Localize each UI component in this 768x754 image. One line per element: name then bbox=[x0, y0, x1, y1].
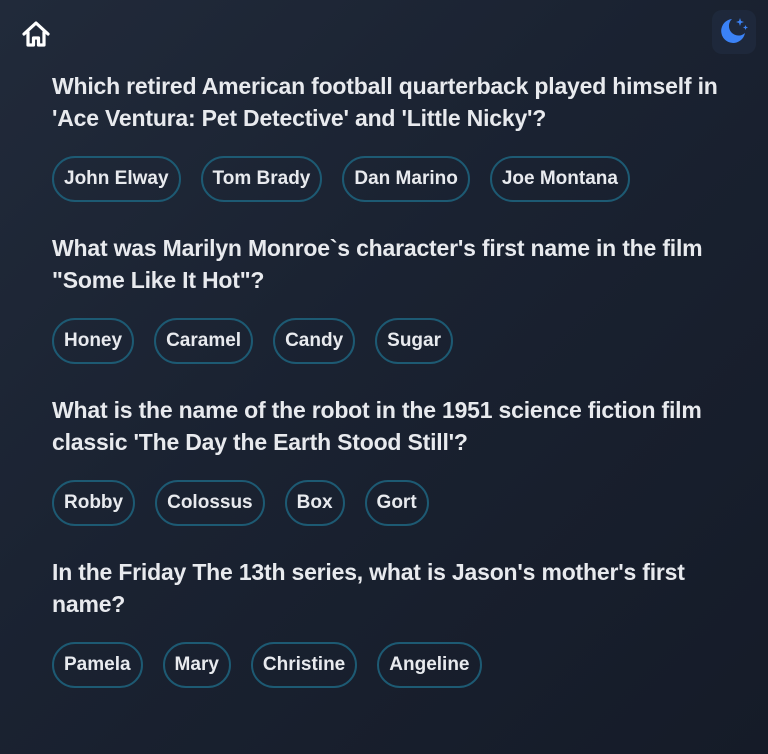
answer-option[interactable]: Pamela bbox=[52, 642, 143, 688]
moon-stars-icon bbox=[718, 14, 750, 51]
question-text: In the Friday The 13th series, what is J… bbox=[52, 559, 685, 617]
question-card: What is the name of the robot in the 195… bbox=[52, 394, 732, 526]
answer-option[interactable]: John Elway bbox=[52, 156, 181, 202]
answer-options: Honey Caramel Candy Sugar bbox=[52, 318, 732, 364]
question-text: What is the name of the robot in the 195… bbox=[52, 397, 702, 455]
question-text: Which retired American football quarterb… bbox=[52, 73, 718, 131]
answer-option[interactable]: Sugar bbox=[375, 318, 454, 364]
question-card: In the Friday The 13th series, what is J… bbox=[52, 556, 732, 688]
answer-option[interactable]: Box bbox=[284, 480, 345, 526]
theme-toggle-button[interactable] bbox=[712, 10, 756, 54]
answer-option[interactable]: Honey bbox=[52, 318, 135, 364]
question-text: What was Marilyn Monroe`s character's fi… bbox=[52, 235, 703, 293]
home-icon bbox=[21, 20, 51, 53]
answer-option[interactable]: Joe Montana bbox=[489, 156, 630, 202]
answer-option[interactable]: Angeline bbox=[377, 642, 482, 688]
answer-options: John Elway Tom Brady Dan Marino Joe Mont… bbox=[52, 156, 732, 202]
question-card: Which retired American football quarterb… bbox=[52, 70, 732, 202]
question-card: What was Marilyn Monroe`s character's fi… bbox=[52, 232, 732, 364]
quiz-list: Which retired American football quarterb… bbox=[52, 70, 732, 718]
answer-options: Pamela Mary Christine Angeline bbox=[52, 642, 732, 688]
answer-option[interactable]: Tom Brady bbox=[200, 156, 323, 202]
answer-options: Robby Colossus Box Gort bbox=[52, 480, 732, 526]
answer-option[interactable]: Christine bbox=[250, 642, 358, 688]
answer-option[interactable]: Robby bbox=[52, 480, 136, 526]
answer-option[interactable]: Gort bbox=[364, 480, 429, 526]
home-button[interactable] bbox=[20, 20, 52, 52]
answer-option[interactable]: Mary bbox=[162, 642, 231, 688]
answer-option[interactable]: Colossus bbox=[155, 480, 265, 526]
answer-option[interactable]: Candy bbox=[273, 318, 356, 364]
answer-option[interactable]: Dan Marino bbox=[342, 156, 470, 202]
answer-option[interactable]: Caramel bbox=[154, 318, 254, 364]
